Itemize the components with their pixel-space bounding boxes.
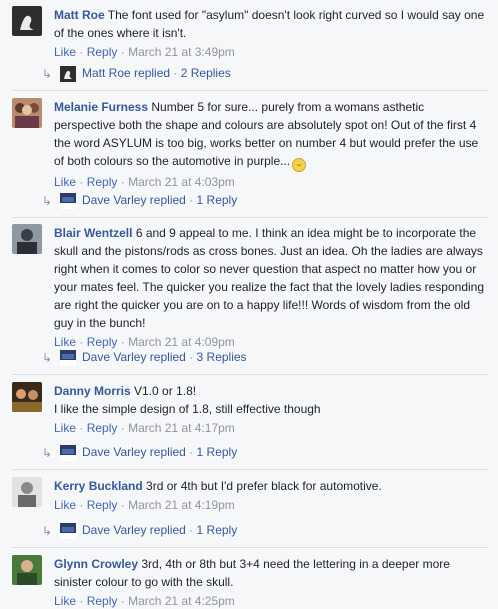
avatar — [60, 444, 76, 461]
like-link[interactable]: Like — [54, 498, 76, 512]
comment-actions: Like · Reply · March 21 at 3:49pm — [54, 44, 488, 60]
separator: · — [120, 175, 125, 189]
divider — [12, 90, 488, 91]
comment-body-line-2: I like the simple design of 1.8, still e… — [54, 402, 321, 416]
comment-body: 6 and 9 appeal to me. I think an idea mi… — [54, 226, 485, 330]
timestamp[interactable]: March 21 at 4:03pm — [128, 175, 235, 189]
replies-summary[interactable]: ↳ Dave Varley replied · 3 Replies — [42, 347, 247, 367]
avatar — [60, 522, 76, 539]
comment-body: The font used for "asylum" doesn't look … — [54, 8, 485, 40]
comment-text: Melanie Furness Number 5 for sure... pur… — [54, 98, 488, 172]
separator: · — [79, 498, 84, 512]
comment-text: Glynn Crowley 3rd, 4th or 8th but 3+4 ne… — [54, 555, 488, 591]
comment-author[interactable]: Melanie Furness — [54, 100, 148, 114]
separator: · — [120, 45, 125, 59]
replies-summary[interactable]: ↳ Dave Varley replied · 1 Reply — [42, 442, 237, 462]
avatar[interactable] — [12, 555, 42, 585]
replies-summary[interactable]: ↳ Matt Roe replied · 2 Replies — [42, 63, 231, 83]
divider — [12, 469, 488, 470]
reply-arrow-icon: ↳ — [42, 523, 53, 538]
like-link[interactable]: Like — [54, 45, 76, 59]
replier-name[interactable]: Matt Roe replied — [82, 66, 170, 80]
separator: · — [189, 445, 194, 459]
timestamp[interactable]: March 21 at 4:17pm — [128, 421, 235, 435]
comment-actions: Like · Reply · March 21 at 4:25pm — [54, 593, 488, 609]
replies-summary[interactable]: ↳ Dave Varley replied · 1 Reply — [42, 190, 237, 210]
separator: · — [120, 594, 125, 608]
replier-name[interactable]: Dave Varley replied — [82, 193, 186, 207]
reply-link[interactable]: Reply — [87, 175, 118, 189]
separator: · — [79, 45, 84, 59]
reply-link[interactable]: Reply — [87, 594, 118, 608]
comment-text: Matt Roe The font used for "asylum" does… — [54, 6, 488, 42]
comment-text: Kerry Buckland 3rd or 4th but I'd prefer… — [54, 477, 488, 495]
divider — [12, 547, 488, 548]
reply-count[interactable]: 1 Reply — [197, 523, 238, 537]
avatar — [60, 192, 76, 209]
comment-body: V1.0 or 1.8! — [134, 384, 197, 398]
replier-name[interactable]: Dave Varley replied — [82, 523, 186, 537]
comment-text: Blair Wentzell 6 and 9 appeal to me. I t… — [54, 224, 488, 332]
avatar[interactable] — [12, 477, 42, 507]
like-link[interactable]: Like — [54, 421, 76, 435]
timestamp[interactable]: March 21 at 4:25pm — [128, 594, 235, 608]
separator: · — [189, 193, 194, 207]
avatar[interactable] — [12, 6, 42, 36]
comment-body: 3rd or 4th but I'd prefer black for auto… — [146, 479, 382, 493]
reply-arrow-icon: ↳ — [42, 350, 53, 365]
smiley-emoji-icon: ⌣ — [292, 158, 307, 172]
separator: · — [79, 175, 84, 189]
comment-actions: Like · Reply · March 21 at 4:03pm — [54, 174, 488, 190]
like-link[interactable]: Like — [54, 175, 76, 189]
reply-arrow-icon: ↳ — [42, 66, 53, 81]
reply-link[interactable]: Reply — [87, 45, 118, 59]
replies-summary[interactable]: ↳ Dave Varley replied · 1 Reply — [42, 520, 237, 540]
avatar[interactable] — [12, 382, 42, 412]
timestamp[interactable]: March 21 at 3:49pm — [128, 45, 235, 59]
avatar — [60, 65, 76, 82]
reply-count[interactable]: 3 Replies — [197, 350, 247, 364]
like-link[interactable]: Like — [54, 594, 76, 608]
avatar[interactable] — [12, 98, 42, 128]
comment-author[interactable]: Blair Wentzell — [54, 226, 132, 240]
reply-count[interactable]: 2 Replies — [181, 66, 231, 80]
separator: · — [120, 498, 125, 512]
comment-text: Danny Morris V1.0 or 1.8! I like the simp… — [54, 382, 488, 418]
avatar — [60, 349, 76, 366]
reply-count[interactable]: 1 Reply — [197, 445, 238, 459]
divider — [12, 374, 488, 375]
reply-arrow-icon: ↳ — [42, 193, 53, 208]
reply-link[interactable]: Reply — [87, 421, 118, 435]
comment-author[interactable]: Danny Morris — [54, 384, 131, 398]
separator: · — [173, 66, 178, 80]
separator: · — [79, 594, 84, 608]
divider — [12, 217, 488, 218]
reply-link[interactable]: Reply — [87, 498, 118, 512]
comment-author[interactable]: Glynn Crowley — [54, 557, 138, 571]
reply-count[interactable]: 1 Reply — [197, 193, 238, 207]
separator: · — [189, 350, 194, 364]
comment-actions: Like · Reply · March 21 at 4:19pm — [54, 497, 488, 513]
timestamp[interactable]: March 21 at 4:19pm — [128, 498, 235, 512]
separator: · — [120, 421, 125, 435]
avatar[interactable] — [12, 224, 42, 254]
comment-actions: Like · Reply · March 21 at 4:17pm — [54, 420, 488, 436]
replier-name[interactable]: Dave Varley replied — [82, 445, 186, 459]
separator: · — [189, 523, 194, 537]
comment-author[interactable]: Matt Roe — [54, 8, 105, 22]
comment-author[interactable]: Kerry Buckland — [54, 479, 143, 493]
separator: · — [79, 421, 84, 435]
replier-name[interactable]: Dave Varley replied — [82, 350, 186, 364]
reply-arrow-icon: ↳ — [42, 445, 53, 460]
